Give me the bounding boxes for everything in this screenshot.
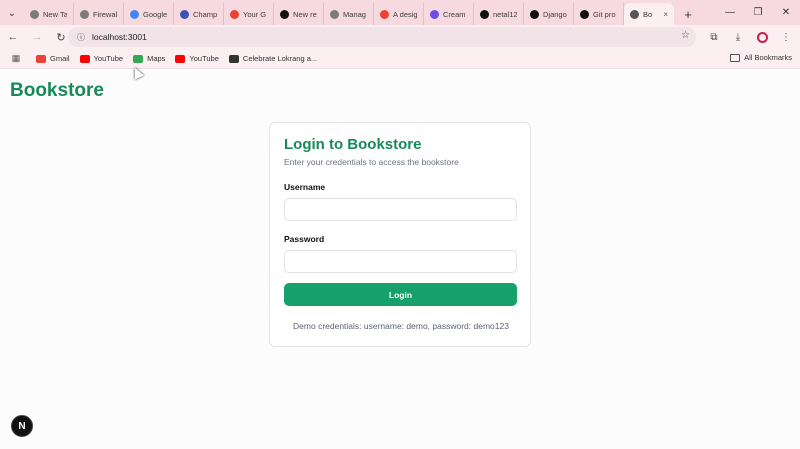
bookmark-label: YouTube — [189, 54, 219, 63]
toolbar-actions: ⧉ ⤓ ⋮ — [704, 25, 800, 49]
page-content: Bookstore Login to Bookstore Enter your … — [0, 70, 800, 449]
browser-tab[interactable]: Bo × — [624, 3, 674, 25]
tab-strip: ⌄ New Ta Firewall Google Champ Your G New re M… — [0, 0, 800, 25]
window-controls: — ❐ ✕ — [716, 0, 800, 25]
google-icon — [130, 9, 139, 19]
bookmark-item[interactable]: Maps — [133, 54, 165, 63]
menu-icon[interactable]: ⋮ — [776, 27, 796, 47]
extensions-icon[interactable]: ⧉ — [704, 27, 724, 47]
browser-tab[interactable]: New Ta — [24, 3, 74, 25]
browser-tab[interactable]: Firewall — [74, 3, 124, 25]
login-button[interactable]: Login — [284, 283, 517, 306]
browser-tab[interactable]: Champ — [174, 3, 224, 25]
browser-tab[interactable]: Django — [524, 3, 574, 25]
bookmark-label: Gmail — [50, 54, 70, 63]
apps-grid-icon[interactable]: ▦ — [6, 50, 26, 68]
new-tab-button[interactable]: + — [678, 3, 698, 25]
password-field[interactable] — [284, 250, 517, 273]
browser-tab[interactable]: Cream — [424, 3, 474, 25]
forward-icon[interactable]: → — [26, 26, 48, 48]
tab-title: Git pro — [593, 9, 616, 19]
gmail-icon — [230, 9, 239, 19]
login-title: Login to Bookstore — [284, 136, 422, 153]
browser-tab[interactable]: New re — [274, 3, 324, 25]
tab-list: New Ta Firewall Google Champ Your G New re Man… — [24, 0, 674, 25]
tab-title: Bo — [643, 9, 653, 19]
browser-tab[interactable]: Your G — [224, 3, 274, 25]
tab-search-icon[interactable]: ⌄ — [0, 1, 24, 25]
back-icon[interactable]: ← — [2, 26, 24, 48]
bookmark-star-icon[interactable]: ☆ — [681, 30, 690, 41]
browser-tab[interactable]: A desig — [374, 3, 424, 25]
tab-title: Firewall — [93, 9, 117, 19]
download-icon[interactable]: ⤓ — [728, 27, 748, 47]
profile-avatar[interactable] — [752, 27, 772, 47]
browser-tab[interactable]: Git pro — [574, 3, 624, 25]
address-bar[interactable]: ⓘ localhost:3001 ☆ — [68, 27, 696, 47]
brand-title: Bookstore — [10, 80, 104, 101]
password-label: Password — [284, 234, 325, 244]
bookmark-item[interactable]: Gmail — [36, 54, 70, 63]
globe-icon — [228, 54, 239, 63]
django-icon — [530, 9, 539, 19]
tab-title: Manag — [343, 9, 366, 19]
tab-title: New Ta — [43, 9, 67, 19]
app-icon — [430, 9, 439, 19]
all-bookmarks-button[interactable]: All Bookmarks — [730, 53, 792, 62]
tab-title: Champ — [193, 9, 217, 19]
bookmarks-bar: ▦ Gmail YouTube Maps YouTube Celebrate Lokra… — [0, 49, 800, 69]
close-window-icon[interactable]: ✕ — [772, 0, 800, 25]
calendar-icon — [180, 9, 189, 19]
bookmark-item[interactable]: YouTube — [79, 54, 124, 63]
username-label: Username — [284, 182, 326, 192]
folder-icon — [730, 53, 741, 62]
all-bookmarks-label: All Bookmarks — [744, 53, 792, 62]
login-card: Login to Bookstore Enter your credential… — [269, 122, 531, 347]
globe-icon — [630, 9, 639, 19]
tab-title: Cream — [443, 9, 466, 19]
restore-icon[interactable]: ❐ — [744, 0, 772, 25]
site-info-icon[interactable]: ⓘ — [76, 32, 86, 42]
globe-icon — [330, 9, 339, 19]
tab-title: Your G — [243, 9, 267, 19]
bookmark-item[interactable]: YouTube — [175, 54, 219, 63]
gmail-icon — [36, 54, 46, 63]
username-field[interactable] — [284, 198, 517, 221]
login-subtitle: Enter your credentials to access the boo… — [284, 157, 459, 167]
bookmark-item[interactable]: Celebrate Lokrang a... — [228, 54, 318, 63]
browser-tab[interactable]: Manag — [324, 3, 374, 25]
tab-title: Google — [143, 9, 167, 19]
url-text[interactable]: localhost:3001 — [92, 32, 147, 42]
demo-credentials-text: Demo credentials: username: demo, passwo… — [293, 321, 509, 331]
browser-toolbar: ← → ↻ ⓘ localhost:3001 ☆ ⧉ ⤓ ⋮ — [0, 25, 800, 49]
openai-icon — [580, 9, 589, 19]
github-icon — [480, 9, 489, 19]
bookmark-label: Celebrate Lokrang a... — [242, 54, 318, 63]
bookmark-list: Gmail YouTube Maps YouTube Celebrate Lokrang… — [26, 54, 317, 63]
youtube-icon — [79, 54, 90, 63]
tab-title: New re — [293, 9, 317, 19]
globe-icon — [30, 9, 39, 19]
tab-title: netal12 — [493, 9, 517, 19]
browser-tab[interactable]: Google — [124, 3, 174, 25]
minimize-icon[interactable]: — — [716, 0, 744, 25]
tab-title: Django — [543, 9, 567, 19]
browser-tab[interactable]: netal12 — [474, 3, 524, 25]
tab-title: A desig — [393, 9, 417, 19]
globe-icon — [80, 9, 89, 19]
maps-icon — [133, 54, 144, 63]
github-icon — [280, 9, 289, 19]
nextjs-dev-badge[interactable]: N — [11, 415, 33, 437]
bookmark-label: YouTube — [93, 54, 124, 63]
youtube-icon — [175, 54, 186, 63]
bookmark-label: Maps — [147, 54, 166, 63]
tab-close-icon[interactable]: × — [663, 10, 668, 19]
gmail-icon — [380, 9, 389, 19]
